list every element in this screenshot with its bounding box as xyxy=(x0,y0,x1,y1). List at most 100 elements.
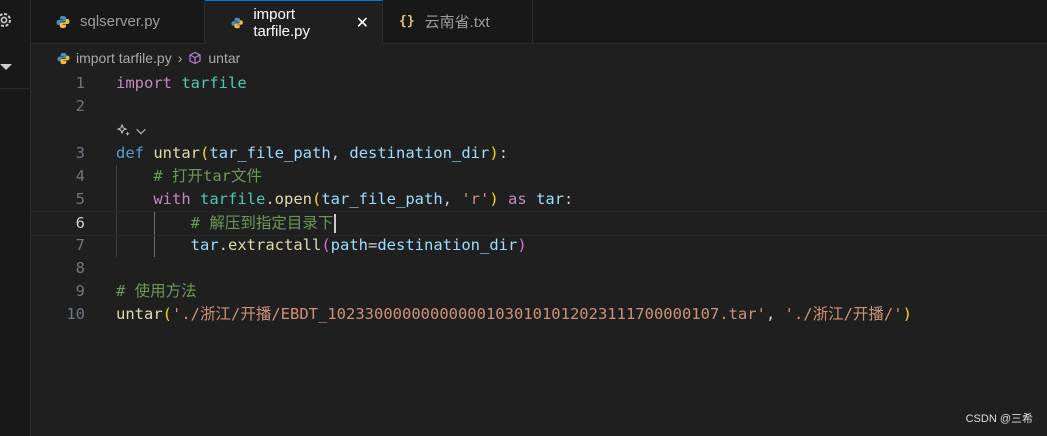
code-token: with xyxy=(153,190,191,208)
code-token: ) xyxy=(489,144,499,162)
tab-sqlserver[interactable]: sqlserver.py xyxy=(31,0,205,43)
code-token: untar xyxy=(116,305,163,323)
code-token: # 打开tar文件 xyxy=(153,167,262,185)
breadcrumb: import tarfile.py › untar xyxy=(31,44,1047,72)
tab-label: sqlserver.py xyxy=(80,13,161,30)
code-text: with tarfile.open(tar_file_path, 'r') as… xyxy=(116,188,573,211)
code-token: ( xyxy=(162,305,173,323)
code-token: ) xyxy=(902,305,912,323)
code-token: path xyxy=(330,236,368,254)
text-cursor xyxy=(334,214,337,233)
code-token: as xyxy=(508,190,527,208)
tab-label: import tarfile.py xyxy=(253,5,311,40)
code-token: # 解压到指定目录下 xyxy=(190,214,334,232)
code-line[interactable]: 2 xyxy=(31,95,1047,118)
code-token: : xyxy=(498,144,509,162)
activity-divider xyxy=(0,88,30,89)
tab-import-tarfile[interactable]: import tarfile.py ✕ xyxy=(205,0,383,44)
python-icon xyxy=(56,15,70,28)
code-editor[interactable]: 1 import tarfile 2 3 def untar(tar_file_path… xyxy=(31,72,1047,436)
code-token: destination_dir xyxy=(349,144,490,162)
code-token: 'r' xyxy=(461,190,490,208)
watermark: CSDN @三希 xyxy=(965,413,1033,425)
line-number: 2 xyxy=(75,97,85,115)
code-token: tarfile xyxy=(181,74,247,92)
code-token: , xyxy=(330,144,350,162)
activity-bar xyxy=(0,0,31,436)
code-text: def untar(tar_file_path, destination_dir… xyxy=(116,142,508,165)
code-text: import tarfile xyxy=(116,72,247,95)
code-token: untar xyxy=(153,144,201,162)
code-token: './浙江/开播/EBDT_10233000000000000103010101… xyxy=(172,305,766,323)
code-token: tar_file_path xyxy=(209,144,331,162)
line-number: 9 xyxy=(75,282,85,300)
line-number: 6 xyxy=(75,214,85,232)
code-token: , xyxy=(442,190,462,208)
code-text: untar('./浙江/开播/EBDT_10233000000000000103… xyxy=(116,303,912,326)
code-line[interactable]: 3 def untar(tar_file_path, destination_di… xyxy=(31,142,1047,165)
code-text: # 打开tar文件 xyxy=(116,165,262,188)
code-line[interactable]: 10 untar('./浙江/开播/EBDT_102330000000000001… xyxy=(31,303,1047,326)
code-token: # 使用方法 xyxy=(116,282,197,300)
cube-icon xyxy=(189,51,201,65)
codelens[interactable] xyxy=(116,119,148,142)
code-text: tar.extractall(path=destination_dir) xyxy=(116,234,527,257)
line-number: 4 xyxy=(75,167,85,185)
gear-icon[interactable] xyxy=(0,10,14,30)
line-number: 1 xyxy=(75,74,85,92)
code-text: # 解压到指定目录下 xyxy=(116,212,337,235)
sparkle-icon xyxy=(116,123,130,136)
code-token: tar xyxy=(536,190,565,208)
code-token: import xyxy=(116,74,172,92)
code-token: extractall xyxy=(228,236,322,254)
code-text: # 使用方法 xyxy=(116,280,197,303)
tab-label: 云南省.txt xyxy=(424,14,490,31)
line-number: 3 xyxy=(75,144,85,162)
code-line[interactable]: 1 import tarfile xyxy=(31,72,1047,95)
code-token: tarfile xyxy=(200,190,266,208)
line-number: 7 xyxy=(75,236,85,254)
code-token: tar_file_path xyxy=(321,190,443,208)
breadcrumb-separator: › xyxy=(177,50,183,66)
tab-bar: sqlserver.py import tarfile.py ✕ {} 云南省.… xyxy=(31,0,1047,44)
code-line[interactable]: 7 tar.extractall(path=destination_dir) xyxy=(31,234,1047,257)
code-line[interactable]: 5 with tarfile.open(tar_file_path, 'r') … xyxy=(31,188,1047,211)
json-braces-icon: {} xyxy=(399,14,415,29)
breadcrumb-symbol[interactable]: untar xyxy=(208,50,240,66)
chevron-down-icon xyxy=(136,128,146,134)
chevron-down-icon[interactable] xyxy=(0,64,12,70)
code-token: open xyxy=(274,190,312,208)
code-token: = xyxy=(368,236,378,254)
python-icon xyxy=(231,17,243,28)
line-number: 5 xyxy=(75,190,85,208)
line-number: 8 xyxy=(75,259,85,277)
code-token: def xyxy=(116,144,144,162)
code-line[interactable]: 6 # 解压到指定目录下 xyxy=(31,211,1047,236)
code-line[interactable]: 8 xyxy=(31,257,1047,280)
code-token: ( xyxy=(312,190,322,208)
code-token: ( xyxy=(321,236,331,254)
code-line[interactable]: 9 # 使用方法 xyxy=(31,280,1047,303)
python-icon xyxy=(57,52,70,64)
code-token: tar xyxy=(190,236,219,254)
code-token: : xyxy=(564,190,574,208)
code-token: './浙江/开播/' xyxy=(784,305,903,323)
code-token: ( xyxy=(200,144,210,162)
code-token: ) xyxy=(517,236,527,254)
breadcrumb-file[interactable]: import tarfile.py xyxy=(76,50,172,66)
tab-yunnan-txt[interactable]: {} 云南省.txt xyxy=(383,0,533,43)
close-icon[interactable]: ✕ xyxy=(356,13,369,33)
code-line[interactable]: 4 # 打开tar文件 xyxy=(31,165,1047,188)
code-token: destination_dir xyxy=(377,236,518,254)
code-token: . xyxy=(265,190,275,208)
code-token: ) xyxy=(489,190,499,208)
code-token: , xyxy=(765,305,785,323)
